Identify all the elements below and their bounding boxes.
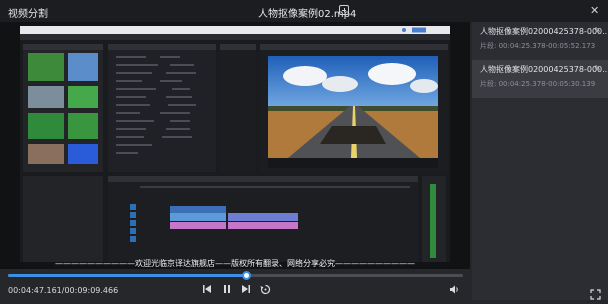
add-file-icon[interactable] (339, 5, 349, 15)
segment-name: 人物抠像案例02000425378-000... (480, 27, 608, 36)
video-frame (20, 26, 450, 266)
segment-list: 人物抠像案例02000425378-000... ✎ 片段: 00:04:25.… (472, 22, 608, 300)
pencil-icon[interactable]: ✎ (594, 64, 601, 73)
video-content (20, 26, 450, 266)
replay-icon[interactable] (260, 284, 271, 299)
player-controls: 00:04:47.161/00:09:09.466 (0, 269, 470, 300)
segment-item[interactable]: 人物抠像案例02000425378-000... ✎ 片段: 00:04:25.… (472, 60, 608, 98)
title-bar: 视频分割 人物抠像案例02.mp4 ✕ (0, 0, 608, 22)
pause-icon[interactable] (222, 284, 232, 298)
watermark-text: ——————————欢迎光临京译达旗舰店——版权所有翻录、网络分享必究—————… (55, 259, 415, 268)
current-time: 00:04:47.161 (8, 286, 62, 295)
segment-range: 片段: 00:04:25.378-00:05:52.173 (480, 42, 596, 50)
seek-progress (8, 274, 246, 277)
seek-handle[interactable] (241, 271, 251, 280)
segment-name: 人物抠像案例02000425378-000... (480, 65, 608, 74)
close-icon[interactable]: ✕ (590, 4, 599, 17)
app-title: 视频分割 (8, 9, 48, 20)
volume-icon[interactable] (449, 284, 460, 299)
skip-next-icon[interactable] (241, 284, 251, 298)
skip-previous-icon[interactable] (202, 284, 212, 298)
total-time: 00:09:09.466 (64, 286, 119, 295)
pencil-icon[interactable]: ✎ (594, 26, 601, 35)
segment-range: 片段: 00:04:25.378-00:05:30.139 (480, 80, 596, 88)
segment-item[interactable]: 人物抠像案例02000425378-000... ✎ 片段: 00:04:25.… (472, 22, 608, 60)
seek-bar[interactable] (8, 271, 463, 280)
video-area[interactable] (0, 22, 470, 269)
time-readout: 00:04:47.161/00:09:09.466 (8, 286, 119, 295)
fullscreen-icon[interactable] (590, 285, 601, 304)
